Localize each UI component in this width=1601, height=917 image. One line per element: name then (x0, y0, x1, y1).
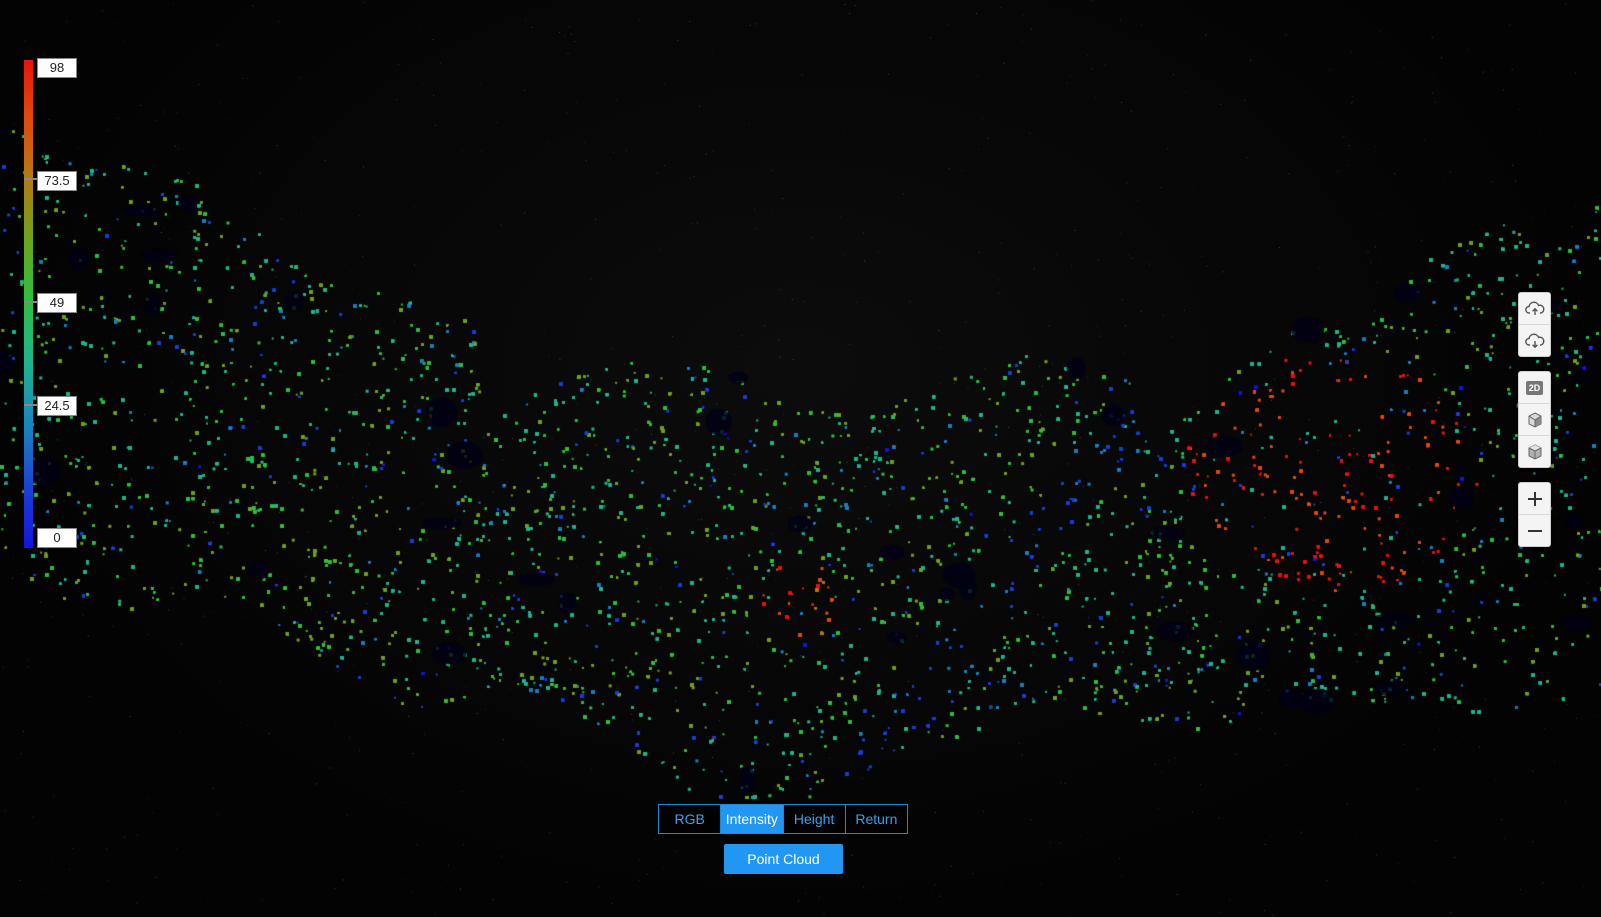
view-3d-button[interactable] (1519, 404, 1550, 436)
mode-return-button[interactable]: Return (845, 805, 907, 833)
cloud-upload-button[interactable] (1519, 293, 1550, 325)
view-2d-button[interactable]: 2D (1519, 372, 1550, 404)
cloud-download-button[interactable] (1519, 325, 1550, 356)
cube-perspective-icon (1528, 443, 1541, 460)
cube-icon (1528, 411, 1541, 428)
point-cloud-button[interactable]: Point Cloud (724, 844, 843, 874)
point-cloud-viewport[interactable]: 98 73.5 49 24.5 0 2D RGB Intensity Heigh… (0, 0, 1601, 917)
zoom-in-button[interactable] (1519, 483, 1550, 515)
legend-tick (24, 301, 37, 303)
legend-tick (24, 404, 37, 406)
legend-tick (24, 178, 37, 180)
zoom-out-button[interactable] (1519, 515, 1550, 546)
legend-label-q3: 73.5 (37, 171, 77, 191)
legend-label-q1: 24.5 (37, 396, 77, 416)
legend-label-min: 0 (37, 528, 77, 548)
legend-label-max: 98 (37, 58, 77, 78)
mode-height-button[interactable]: Height (783, 805, 846, 833)
zoom-tool-group (1518, 482, 1551, 547)
plus-icon (1527, 491, 1542, 506)
point-cloud-render[interactable] (0, 0, 1601, 917)
view-tool-group: 2D (1518, 371, 1551, 468)
mode-intensity-button[interactable]: Intensity (721, 805, 784, 833)
color-mode-toggle: RGB Intensity Height Return (658, 804, 908, 834)
legend-label-mid: 49 (37, 293, 77, 313)
cloud-upload-icon (1524, 301, 1544, 315)
cloud-tool-group (1518, 292, 1551, 357)
view-3d-alt-button[interactable] (1519, 436, 1550, 467)
view-2d-icon: 2D (1525, 380, 1544, 395)
minus-icon (1527, 529, 1542, 532)
legend-color-bar (24, 60, 33, 548)
cloud-download-icon (1524, 333, 1544, 348)
mode-rgb-button[interactable]: RGB (659, 805, 722, 833)
